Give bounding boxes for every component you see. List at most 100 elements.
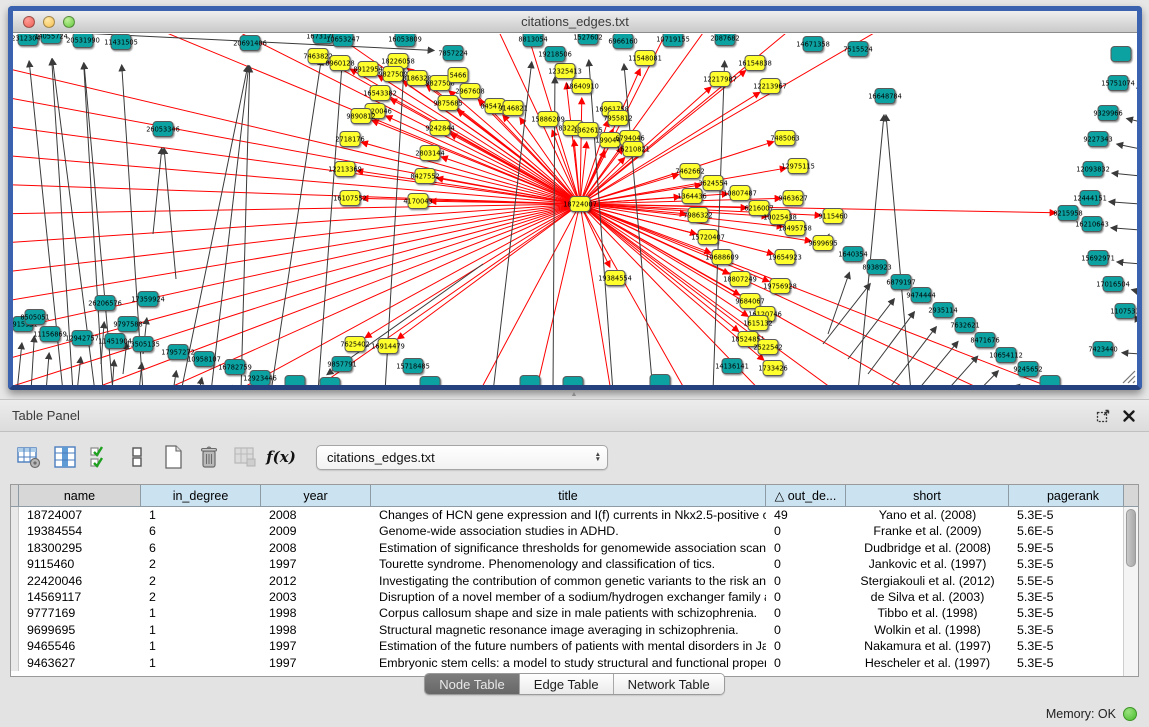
- citation-edge[interactable]: [1117, 262, 1137, 264]
- citation-edge[interactable]: [164, 148, 176, 279]
- graph-node[interactable]: 1640354: [838, 247, 867, 262]
- table-row[interactable]: 2242004622012Investigating the contribut…: [11, 573, 1123, 589]
- table-row[interactable]: 969969511998Structural magnetic resonanc…: [11, 622, 1123, 638]
- citation-edge-red[interactable]: [451, 134, 580, 204]
- zoom-window-button[interactable]: [63, 16, 75, 28]
- graph-node[interactable]: 8813054: [518, 34, 547, 47]
- graph-node[interactable]: 14671358: [796, 37, 830, 52]
- graph-node[interactable]: 12093832: [1076, 162, 1110, 177]
- memory-status-icon[interactable]: [1123, 707, 1137, 721]
- graph-node[interactable]: 12325413: [548, 64, 582, 79]
- graph-node[interactable]: [563, 377, 583, 386]
- window-titlebar[interactable]: citations_edges.txt: [13, 11, 1137, 33]
- graph-node[interactable]: 9857791: [327, 357, 356, 372]
- graph-node[interactable]: 15718485: [396, 359, 430, 374]
- graph-node[interactable]: 9115460: [818, 209, 847, 224]
- citation-edge[interactable]: [17, 343, 22, 385]
- graph-node[interactable]: [650, 375, 670, 386]
- minimize-window-button[interactable]: [43, 16, 55, 28]
- graph-node[interactable]: 5466: [448, 68, 468, 83]
- table-row[interactable]: 1456911722003Disruption of a novel membe…: [11, 589, 1123, 605]
- scrollbar-thumb[interactable]: [1126, 509, 1136, 567]
- graph-node[interactable]: 19218506: [538, 47, 572, 62]
- graph-node[interactable]: 14136141: [715, 359, 749, 374]
- function-builder-icon[interactable]: f(x): [268, 444, 294, 470]
- network-graph[interactable]: 1872400774638228960128891295418226058982…: [13, 34, 1137, 385]
- citation-edge[interactable]: [713, 61, 725, 385]
- column-header-pagerank[interactable]: pagerank: [1009, 485, 1138, 506]
- citation-edge[interactable]: [848, 299, 894, 359]
- graph-node[interactable]: 7986322: [683, 208, 712, 223]
- tab-network-table[interactable]: Network Table: [614, 674, 724, 694]
- graph-node[interactable]: 8505051: [20, 310, 49, 325]
- close-panel-icon[interactable]: [1121, 408, 1137, 424]
- graph-node[interactable]: 15720407: [691, 230, 725, 245]
- graph-node[interactable]: 7955812: [603, 111, 632, 126]
- graph-node[interactable]: 16782759: [218, 360, 252, 375]
- graph-node[interactable]: 1615132: [743, 316, 772, 331]
- graph-node[interactable]: 15751074: [1101, 76, 1135, 91]
- graph-node[interactable]: 1733426: [758, 361, 787, 376]
- graph-node[interactable]: 1364436: [677, 189, 706, 204]
- graph-node[interactable]: 9146821: [498, 101, 527, 116]
- graph-node[interactable]: 8471676: [970, 333, 999, 348]
- table-row[interactable]: 977716911998Corpus callosum shape and si…: [11, 605, 1123, 621]
- delete-table-icon[interactable]: [196, 444, 222, 470]
- graph-node[interactable]: 7462662: [675, 164, 704, 179]
- citation-edge-red[interactable]: [13, 204, 580, 385]
- graph-node[interactable]: [1040, 376, 1060, 386]
- graph-node[interactable]: 3624554: [698, 176, 727, 191]
- show-column-icon[interactable]: [52, 444, 78, 470]
- citation-edge[interactable]: [173, 371, 176, 385]
- graph-node[interactable]: 16648784: [868, 89, 902, 104]
- graph-node[interactable]: 26053346: [146, 122, 180, 137]
- graph-node[interactable]: 9875685: [433, 96, 462, 111]
- graph-node[interactable]: 16210643: [1075, 217, 1109, 232]
- graph-node[interactable]: 19384554: [598, 271, 632, 286]
- graph-node[interactable]: 12213967: [753, 79, 787, 94]
- citation-edge-red[interactable]: [13, 64, 580, 204]
- citation-edge-red[interactable]: [473, 204, 580, 385]
- graph-node[interactable]: 1107533: [1110, 304, 1137, 319]
- graph-node[interactable]: 9797588: [113, 317, 142, 332]
- graph-node[interactable]: 8215958: [1053, 206, 1082, 221]
- network-canvas[interactable]: 1872400774638228960128891295418226058982…: [13, 34, 1137, 385]
- citation-edge[interactable]: [153, 148, 162, 234]
- graph-node[interactable]: [320, 378, 340, 386]
- graph-node[interactable]: 11431505: [104, 35, 138, 50]
- table-row[interactable]: 1938455462009Genome-wide association stu…: [11, 523, 1123, 539]
- graph-node[interactable]: [1111, 47, 1131, 62]
- graph-node[interactable]: 9699695: [808, 236, 837, 251]
- graph-node[interactable]: 6966160: [608, 34, 637, 49]
- graph-node[interactable]: 9890812: [346, 109, 375, 124]
- citation-edge-red[interactable]: [580, 204, 769, 281]
- citation-edge-red[interactable]: [13, 184, 580, 204]
- graph-node[interactable]: 7632621: [950, 318, 979, 333]
- graph-node[interactable]: 7857224: [438, 46, 467, 61]
- graph-node[interactable]: 7515524: [843, 42, 872, 57]
- graph-node[interactable]: 2087682: [710, 34, 739, 46]
- graph-node[interactable]: 8427552: [410, 169, 439, 184]
- table-selector-dropdown[interactable]: citations_edges.txt ▲▼: [316, 445, 608, 470]
- graph-node[interactable]: 26206576: [88, 296, 122, 311]
- graph-node[interactable]: 7485063: [770, 131, 799, 146]
- graph-node[interactable]: [520, 376, 540, 386]
- vertical-scrollbar[interactable]: [1123, 507, 1138, 676]
- citation-edge[interactable]: [1109, 202, 1137, 204]
- graph-node[interactable]: 10654112: [989, 348, 1023, 363]
- graph-node[interactable]: 16914479: [371, 339, 405, 354]
- citation-edge[interactable]: [981, 384, 1020, 385]
- graph-node[interactable]: 2935114: [928, 303, 957, 318]
- citation-edge[interactable]: [1111, 228, 1137, 230]
- citation-edge[interactable]: [1112, 173, 1137, 176]
- graph-node[interactable]: 16053809: [388, 34, 422, 47]
- graph-node[interactable]: 1362615: [573, 123, 602, 138]
- graph-node[interactable]: 15692971: [1081, 251, 1115, 266]
- graph-node[interactable]: 2522542: [753, 340, 782, 355]
- graph-node[interactable]: [420, 377, 440, 386]
- graph-node[interactable]: 2967608: [455, 84, 484, 99]
- select-columns-icon[interactable]: [88, 444, 114, 470]
- citation-edge[interactable]: [828, 272, 849, 334]
- graph-node[interactable]: 7625402: [340, 337, 369, 352]
- citation-edge-red[interactable]: [533, 204, 580, 385]
